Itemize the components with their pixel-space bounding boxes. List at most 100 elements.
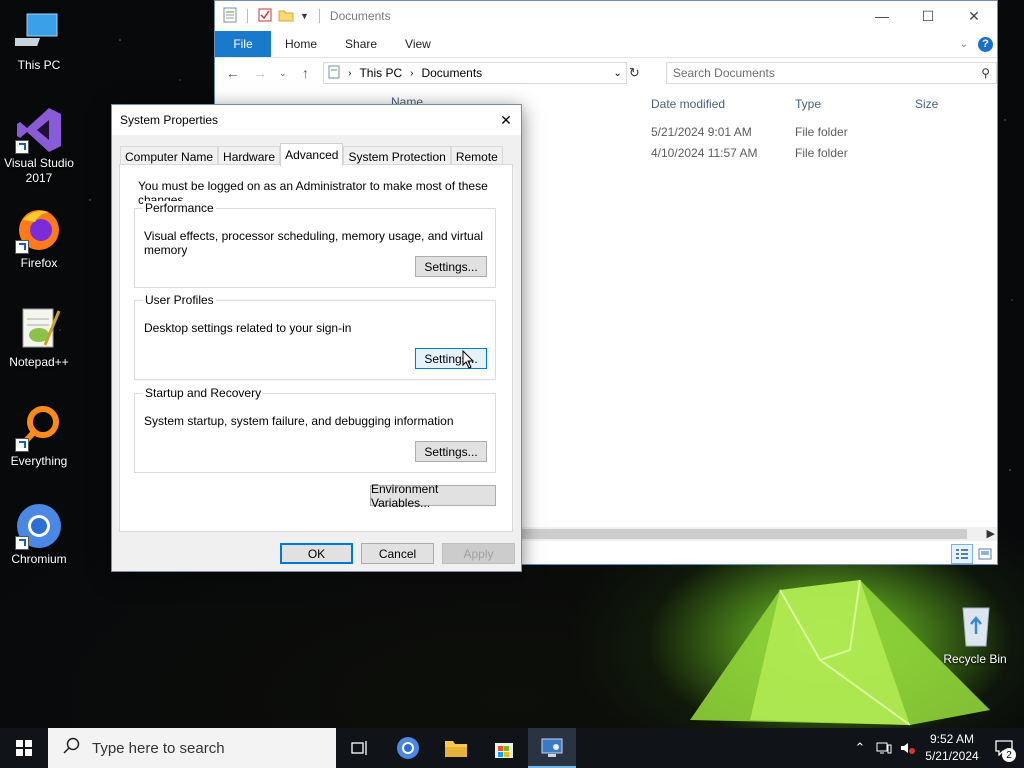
new-folder-icon[interactable] [278,8,294,25]
taskbar-search-placeholder: Type here to search [92,739,225,757]
search-input[interactable]: Search Documents ⚲ [665,62,997,84]
chevron-down-icon[interactable]: ▼ [300,11,309,21]
taskbar-store[interactable] [480,728,528,768]
toolbar-divider [318,9,320,23]
expand-ribbon-icon[interactable]: ⌄ [960,39,968,50]
notification-count-badge: 2 [1002,748,1016,762]
user-profiles-settings-button[interactable]: Settings... [415,348,487,369]
desktop-icon-label: Notepad++ [9,355,69,369]
desktop-icon-recycle-bin[interactable]: Recycle Bin [936,602,1014,667]
tab-share[interactable]: Share [331,31,391,57]
ok-button[interactable]: OK [280,543,353,564]
desktop-icon-firefox[interactable]: Firefox [0,206,78,271]
close-icon[interactable]: ✕ [491,105,521,135]
desktop-icon-label: This PC [17,58,61,72]
breadcrumb-documents[interactable]: Documents [421,66,482,80]
desktop-icon-label: Chromium [11,552,67,566]
row-date: 5/21/2024 9:01 AM [651,124,752,139]
close-icon[interactable]: ✕ [951,1,997,31]
window-title: Documents [329,9,391,23]
visual-studio-icon [15,106,63,154]
taskbar-search-box[interactable]: Type here to search [48,728,336,768]
everything-search-icon [15,404,63,452]
start-button[interactable] [0,728,48,768]
task-view-button[interactable] [336,728,384,768]
environment-variables-button[interactable]: Environment Variables... [370,482,496,510]
search-placeholder: Search Documents [672,66,775,80]
breadcrumb-separator-icon: › [410,67,414,79]
taskbar-file-explorer[interactable] [432,728,480,768]
cancel-button[interactable]: Cancel [361,543,434,564]
action-center-button[interactable]: 2 [984,728,1024,768]
up-arrow-icon[interactable]: ↑ [296,65,315,81]
column-date-modified[interactable]: Date modified [645,93,789,115]
navigation-bar: ← → ⌄ ↑ › This PC › Documents ⌄ ↻ Search… [215,58,997,88]
checkmark-icon[interactable] [258,8,272,25]
group-legend: Performance [143,201,216,215]
group-description: Desktop settings related to your sign-in [144,321,352,335]
taskbar-chromium[interactable] [384,728,432,768]
quick-access-toolbar: ▼ Documents [223,7,391,26]
refresh-icon[interactable]: ↻ [629,65,640,81]
large-icons-view-icon[interactable] [974,544,996,564]
chromium-icon [15,502,63,550]
breadcrumb-separator-icon: › [348,67,352,79]
startup-settings-button[interactable]: Settings... [415,441,487,462]
show-hidden-icons-icon[interactable]: ⌃ [848,740,872,756]
toolbar-divider [247,9,248,23]
help-icon[interactable]: ? [978,36,993,52]
chromium-icon [397,737,419,759]
details-view-icon[interactable] [951,544,973,564]
recent-locations-icon[interactable]: ⌄ [278,68,288,79]
properties-icon[interactable] [223,7,237,26]
scroll-right-icon[interactable]: ▶ [987,527,995,540]
breadcrumb-this-pc[interactable]: This PC [359,66,402,80]
minimize-icon[interactable]: — [859,1,905,31]
dialog-tabs: Computer Name Hardware Advanced System P… [120,143,503,166]
taskbar-system-properties[interactable] [528,728,576,768]
group-description: System startup, system failure, and debu… [144,414,454,428]
apply-button[interactable]: Apply [442,543,515,564]
shortcut-arrow-icon [15,536,29,550]
desktop-icon-everything[interactable]: Everything [0,404,78,469]
maximize-icon[interactable]: ☐ [905,1,951,31]
search-icon [62,737,80,759]
shortcut-arrow-icon [15,240,29,254]
desktop-icon-chromium[interactable]: Chromium [0,502,78,567]
mouse-cursor-icon [462,350,475,369]
tab-view[interactable]: View [391,31,445,57]
address-dropdown-icon[interactable]: ⌄ [614,68,622,79]
tab-file[interactable]: File [215,31,271,57]
desktop-icon-label: Visual Studio 2017 [4,156,74,185]
performance-settings-button[interactable]: Settings... [415,256,487,277]
dialog-title-bar[interactable]: System Properties [112,105,521,135]
desktop-icon-notepad-plus-plus[interactable]: Notepad++ [0,305,78,370]
explorer-title-bar[interactable]: ▼ Documents — ☐ ✕ [215,1,997,31]
volume-muted-icon[interactable] [896,741,920,755]
documents-folder-icon [328,65,340,82]
dialog-title: System Properties [120,113,219,127]
network-icon[interactable] [872,741,896,755]
column-size[interactable]: Size [909,93,989,115]
row-date: 4/10/2024 11:57 AM [651,145,758,160]
tab-hardware[interactable]: Hardware [218,146,281,166]
desktop-icon-this-pc[interactable]: This PC [0,8,78,73]
firefox-icon [15,206,63,254]
file-explorer-icon [445,741,467,757]
tab-system-protection[interactable]: System Protection [343,146,451,166]
system-properties-dialog[interactable]: System Properties ✕ Computer Name Hardwa… [111,104,522,572]
address-bar[interactable]: › This PC › Documents ⌄ [323,62,627,84]
back-arrow-icon[interactable]: ← [223,65,242,81]
tab-remote[interactable]: Remote [450,146,503,166]
tab-computer-name[interactable]: Computer Name [120,146,219,166]
clock-date: 5/21/2024 [925,749,979,763]
desktop-icon-visual-studio[interactable]: Visual Studio 2017 [0,106,78,186]
system-tray: ⌃ 9:52 AM 5/21/2024 2 [848,728,1024,768]
forward-arrow-icon[interactable]: → [250,65,269,81]
column-type[interactable]: Type [789,93,909,115]
task-view-icon [351,741,367,755]
search-icon: ⚲ [981,66,990,80]
tab-advanced[interactable]: Advanced [280,143,344,166]
tab-home[interactable]: Home [271,31,331,57]
taskbar-clock[interactable]: 9:52 AM 5/21/2024 [920,731,984,765]
